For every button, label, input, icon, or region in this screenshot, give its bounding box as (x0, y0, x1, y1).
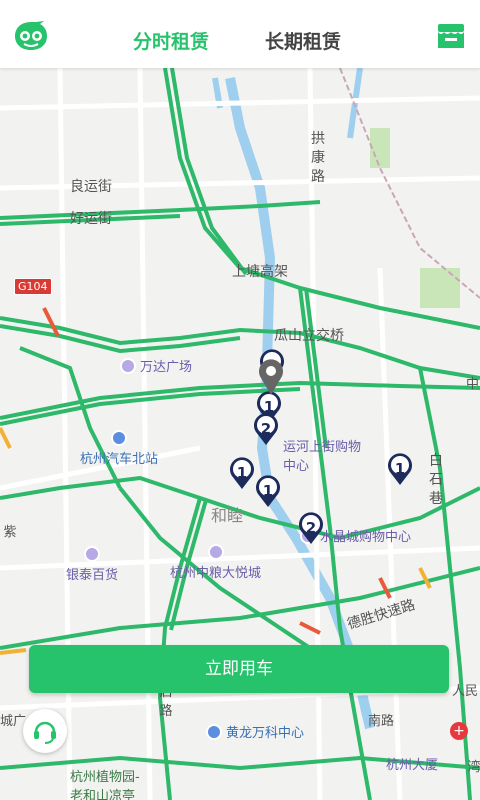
poi-wanda-plaza[interactable]: 万达广场 (120, 356, 192, 375)
poi-north-bus-station[interactable]: 杭州汽车北站 (80, 430, 158, 467)
poi-huanglong-vanke[interactable]: 黄龙万科中心 (206, 722, 304, 741)
street-label-hao: 湾 (467, 760, 480, 775)
street-label-guashan: 瓜山立交桥 (274, 328, 344, 344)
road-shield-g104: G104 (14, 278, 52, 295)
customer-service-icon[interactable] (23, 709, 67, 753)
poi-joy-city[interactable]: 杭州中粮大悦城 (170, 544, 261, 581)
tab-hourly-rental[interactable]: 分时租赁 (133, 27, 209, 54)
car-marker[interactable]: 1 (228, 456, 256, 490)
location-pin-icon (258, 358, 284, 396)
street-label-cheng: 城广 (0, 714, 27, 729)
shopping-icon (84, 546, 100, 562)
car-marker[interactable]: 2 (297, 511, 325, 545)
poi-canal-mall[interactable]: 运河上街购物中心 (283, 436, 363, 474)
rent-now-button[interactable]: 立即用车 (29, 645, 449, 693)
shopping-icon (207, 544, 224, 560)
poi-intime-dept[interactable]: 银泰百货 (66, 546, 118, 583)
street-label-gongkang: 拱康路 (311, 131, 325, 185)
car-marker[interactable]: 1 (386, 452, 414, 486)
top-bar: 分时租赁 长期租赁 (0, 0, 480, 68)
store-icon[interactable] (436, 22, 466, 50)
hospital-icon: + (450, 722, 468, 740)
street-label-nan-road: 南路 (368, 714, 395, 729)
area-label-hemu: 和睦 (211, 506, 244, 525)
app-logo-icon[interactable] (14, 20, 48, 52)
poi-hangzhou-tower[interactable]: 杭州大厦 (386, 754, 438, 773)
street-label-zhong: 中 (466, 377, 480, 392)
shopping-icon (120, 357, 136, 374)
building-icon (206, 723, 222, 740)
street-label-shangtang: 上塘高架 (232, 264, 288, 280)
street-label-zi: 紫 (3, 525, 17, 540)
street-label-liangyun: 良运街 (70, 179, 112, 195)
street-label-baishixiang: 白石巷 (429, 453, 443, 507)
car-marker[interactable]: 1 (254, 474, 282, 508)
tab-long-term-rental[interactable]: 长期租赁 (265, 27, 341, 54)
bus-station-icon (111, 430, 127, 446)
poi-botanical-garden[interactable]: 杭州植物园-老和山凉亭 (70, 766, 150, 800)
car-marker[interactable]: 2 (252, 412, 280, 446)
street-label-renmin: 人民 (452, 684, 479, 699)
street-label-haoyun: 好运街 (70, 211, 112, 227)
